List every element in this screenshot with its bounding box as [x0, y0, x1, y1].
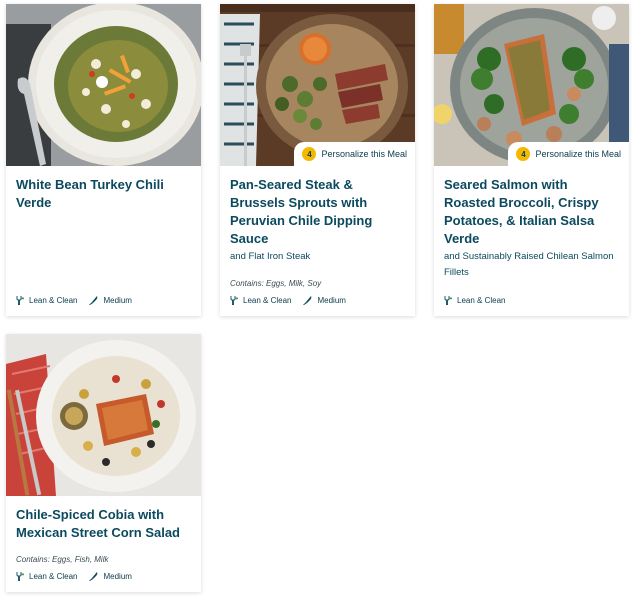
tag-lean-clean: Lean & Clean: [16, 572, 77, 581]
personalize-meal-button[interactable]: 4 Personalize this Meal: [508, 142, 629, 166]
tag-label: Medium: [103, 572, 132, 581]
tag-label: Lean & Clean: [243, 296, 292, 305]
meal-card-chili-verde[interactable]: White Bean Turkey Chili Verde Lean & Cle…: [6, 4, 201, 316]
chef-knife-icon: [89, 296, 98, 305]
meal-title[interactable]: Seared Salmon with Roasted Broccoli, Cri…: [444, 176, 619, 248]
tag-label: Medium: [317, 296, 346, 305]
meal-card-chile-spiced-cobia[interactable]: Chile-Spiced Cobia with Mexican Street C…: [6, 334, 201, 592]
allergen-info: Contains: Eggs, Milk, Soy: [230, 279, 322, 288]
meal-subtitle: and Sustainably Raised Chilean Salmon Fi…: [444, 251, 614, 278]
fork-leaf-icon: [16, 296, 24, 305]
meal-tags: Lean & Clean Medium: [16, 296, 144, 305]
meal-subtitle: and Flat Iron Steak: [230, 251, 311, 262]
tag-label: Lean & Clean: [29, 572, 78, 581]
personalize-label: Personalize this Meal: [535, 149, 621, 159]
tag-difficulty: Medium: [303, 296, 346, 305]
meal-title[interactable]: Chile-Spiced Cobia with Mexican Street C…: [16, 506, 191, 542]
tag-difficulty: Medium: [89, 572, 132, 581]
tag-lean-clean: Lean & Clean: [230, 296, 291, 305]
tag-difficulty: Medium: [89, 296, 132, 305]
personalize-meal-button[interactable]: 4 Personalize this Meal: [294, 142, 415, 166]
personalize-count-badge: 4: [302, 147, 317, 161]
meal-photo-chili-verde[interactable]: [6, 4, 201, 166]
meal-title[interactable]: White Bean Turkey Chili Verde: [16, 176, 191, 212]
meal-photo-pan-seared-steak[interactable]: 4 Personalize this Meal: [220, 4, 415, 166]
meal-tags: Lean & Clean: [444, 296, 517, 305]
personalize-count-badge: 4: [516, 147, 531, 161]
allergen-info: Contains: Eggs, Fish, Milk: [16, 555, 109, 564]
personalize-label: Personalize this Meal: [321, 149, 407, 159]
tag-label: Medium: [103, 296, 132, 305]
meal-tags: Lean & Clean Medium: [230, 296, 358, 305]
meal-title[interactable]: Pan-Seared Steak & Brussels Sprouts with…: [230, 176, 405, 248]
fork-leaf-icon: [444, 296, 452, 305]
cobia-plate-image: [6, 334, 201, 496]
chef-knife-icon: [303, 296, 312, 305]
tag-lean-clean: Lean & Clean: [444, 296, 505, 305]
meal-tags: Lean & Clean Medium: [16, 572, 144, 581]
fork-leaf-icon: [230, 296, 238, 305]
chili-bowl-image: [6, 4, 201, 166]
tag-label: Lean & Clean: [29, 296, 78, 305]
tag-label: Lean & Clean: [457, 296, 506, 305]
meal-photo-seared-salmon[interactable]: 4 Personalize this Meal: [434, 4, 629, 166]
meal-card-seared-salmon[interactable]: 4 Personalize this Meal Seared Salmon wi…: [434, 4, 629, 316]
fork-leaf-icon: [16, 572, 24, 581]
chef-knife-icon: [89, 572, 98, 581]
meal-photo-chile-spiced-cobia[interactable]: [6, 334, 201, 496]
tag-lean-clean: Lean & Clean: [16, 296, 77, 305]
meal-card-pan-seared-steak[interactable]: 4 Personalize this Meal Pan-Seared Steak…: [220, 4, 415, 316]
